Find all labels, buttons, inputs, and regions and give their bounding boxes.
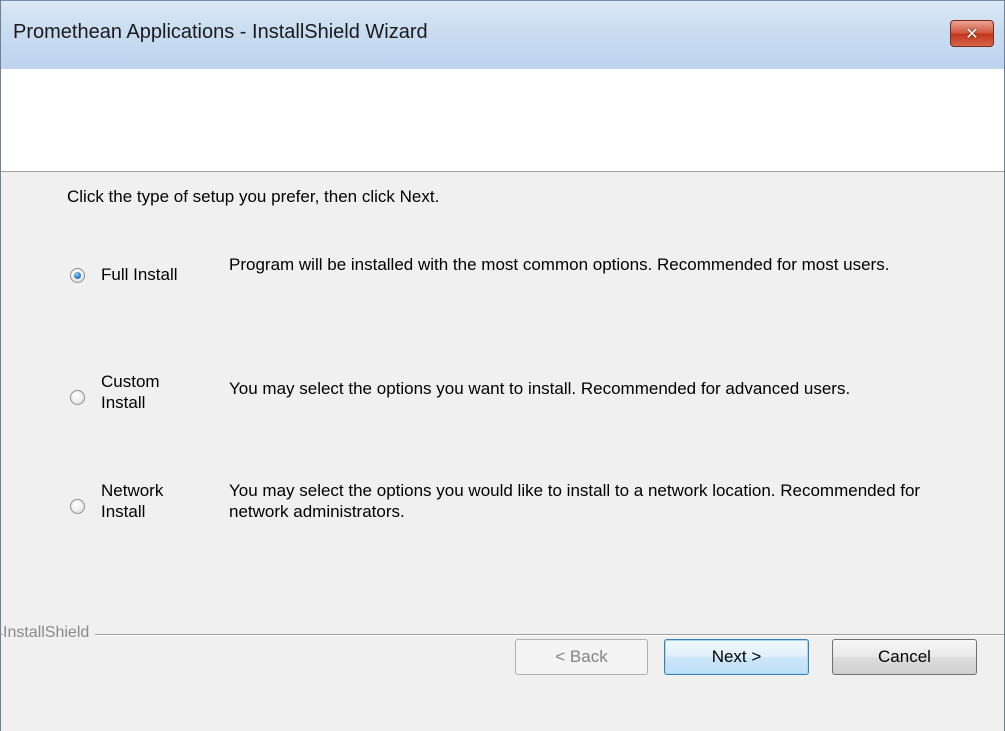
title-bar[interactable]: Promethean Applications - InstallShield … [1,0,1004,69]
cancel-button[interactable]: Cancel [832,639,977,675]
full-install-radio[interactable] [70,268,85,283]
full-install-description: Program will be installed with the most … [229,255,890,274]
custom-install-label-line1[interactable]: Custom [101,371,160,392]
setup-type-panel: Click the type of setup you prefer, then… [1,172,1004,731]
network-install-label-line2[interactable]: Install [101,501,145,522]
network-install-description: You may select the options you would lik… [229,481,921,521]
network-install-label-line1[interactable]: Network [101,480,163,501]
back-button[interactable]: < Back [515,639,648,675]
network-install-radio[interactable] [70,499,85,514]
header-banner [1,69,1004,172]
option-network-install[interactable]: Network Install You may select the optio… [1,481,1004,565]
close-button[interactable]: ✕ [950,20,994,47]
window-title: Promethean Applications - InstallShield … [13,21,428,43]
option-full-install[interactable]: Full Install Program will be installed w… [1,255,1004,344]
instruction-text: Click the type of setup you prefer, then… [67,187,440,206]
installshield-brand: InstallShield [3,624,96,642]
next-button[interactable]: Next > [664,639,809,675]
full-install-label[interactable]: Full Install [101,264,178,285]
separator-line [1,634,1004,636]
custom-install-radio[interactable] [70,390,85,405]
option-custom-install[interactable]: Custom Install You may select the option… [1,372,1004,456]
close-icon: ✕ [965,24,979,43]
custom-install-description: You may select the options you want to i… [229,379,851,398]
custom-install-label-line2[interactable]: Install [101,392,145,413]
installer-window: Promethean Applications - InstallShield … [0,0,1005,731]
